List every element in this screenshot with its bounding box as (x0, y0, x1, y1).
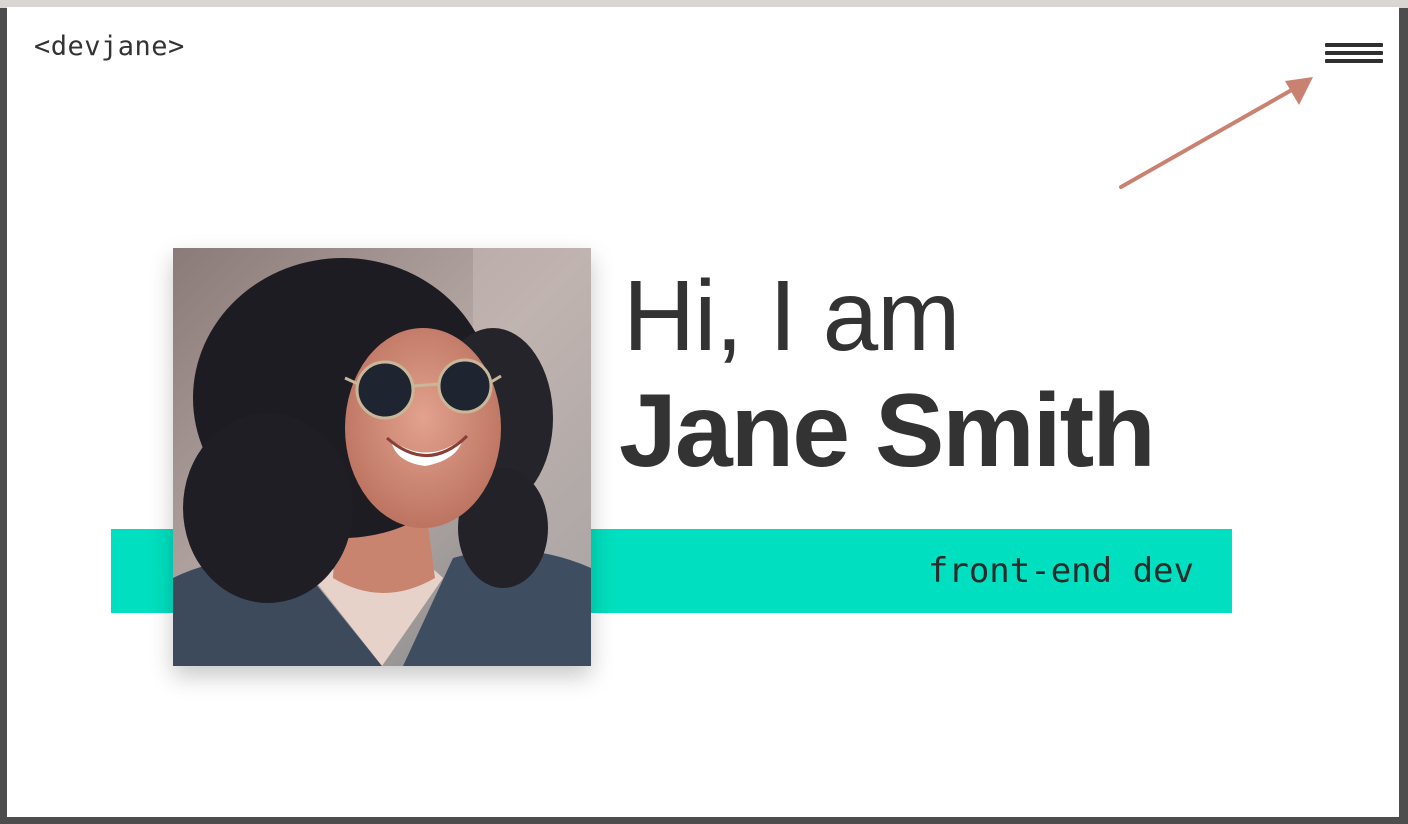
hamburger-bar-top (1325, 43, 1383, 47)
hero-name: Jane Smith (619, 373, 1156, 489)
hero-greeting: Hi, I am (623, 260, 960, 372)
site-logo[interactable]: <devjane> (34, 31, 185, 62)
portfolio-page: <devjane> front-end dev Hi, I am Jane Sm… (7, 7, 1399, 817)
profile-photo-illustration (173, 248, 591, 666)
profile-photo (173, 248, 591, 666)
hamburger-bar-bottom (1325, 59, 1383, 63)
hamburger-menu-icon[interactable] (1323, 43, 1385, 71)
annotation-arrow-icon (1119, 77, 1313, 189)
hamburger-bar-middle (1325, 51, 1383, 55)
browser-frame: <devjane> front-end dev Hi, I am Jane Sm… (0, 0, 1408, 824)
window-right-edge (1399, 8, 1408, 824)
